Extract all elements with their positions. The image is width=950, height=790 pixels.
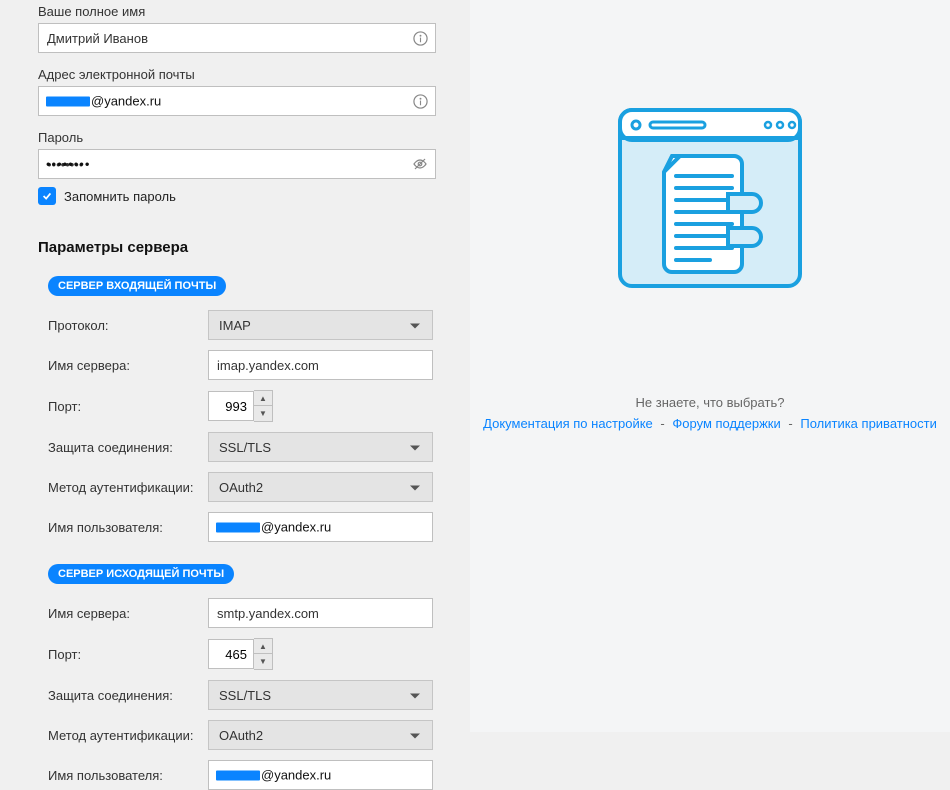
security-label: Защита соединения:: [48, 688, 208, 703]
password-input[interactable]: [38, 149, 436, 179]
help-prompt: Не знаете, что выбрать?: [636, 395, 785, 410]
fullname-label: Ваше полное имя: [38, 4, 450, 19]
remember-label: Запомнить пароль: [64, 189, 176, 204]
outgoing-auth-select[interactable]: OAuth2: [208, 720, 433, 750]
incoming-auth-select[interactable]: OAuth2: [208, 472, 433, 502]
auth-label: Метод аутентификации:: [48, 480, 208, 495]
auth-label: Метод аутентификации:: [48, 728, 208, 743]
password-label: Пароль: [38, 130, 450, 145]
info-icon[interactable]: [412, 93, 428, 109]
username-label: Имя пользователя:: [48, 520, 208, 535]
incoming-username-input[interactable]: [208, 512, 433, 542]
docs-link[interactable]: Документация по настройке: [483, 416, 653, 431]
stepper-down-icon[interactable]: ▼: [254, 654, 272, 669]
setup-illustration-icon: [610, 100, 810, 290]
fullname-input[interactable]: [38, 23, 436, 53]
outgoing-port-input[interactable]: [208, 639, 254, 669]
stepper-down-icon[interactable]: ▼: [254, 406, 272, 421]
outgoing-port-stepper[interactable]: ▲ ▼: [254, 638, 273, 670]
protocol-label: Протокол:: [48, 318, 208, 333]
port-label: Порт:: [48, 647, 208, 662]
forum-link[interactable]: Форум поддержки: [672, 416, 780, 431]
incoming-port-stepper[interactable]: ▲ ▼: [254, 390, 273, 422]
server-label: Имя сервера:: [48, 358, 208, 373]
security-label: Защита соединения:: [48, 440, 208, 455]
stepper-up-icon[interactable]: ▲: [254, 391, 272, 406]
incoming-port-input[interactable]: [208, 391, 254, 421]
eye-off-icon[interactable]: [412, 156, 428, 172]
outgoing-username-input[interactable]: [208, 760, 433, 790]
stepper-up-icon[interactable]: ▲: [254, 639, 272, 654]
outgoing-pill: СЕРВЕР ИСХОДЯЩЕЙ ПОЧТЫ: [48, 564, 234, 584]
port-label: Порт:: [48, 399, 208, 414]
outgoing-security-select[interactable]: SSL/TLS: [208, 680, 433, 710]
outgoing-server-input[interactable]: [208, 598, 433, 628]
remember-checkbox[interactable]: [38, 187, 56, 205]
username-label: Имя пользователя:: [48, 768, 208, 783]
incoming-security-select[interactable]: SSL/TLS: [208, 432, 433, 462]
incoming-pill: СЕРВЕР ВХОДЯЩЕЙ ПОЧТЫ: [48, 276, 226, 296]
email-label: Адрес электронной почты: [38, 67, 450, 82]
privacy-link[interactable]: Политика приватности: [800, 416, 936, 431]
help-links: Документация по настройке - Форум поддер…: [483, 416, 937, 431]
server-label: Имя сервера:: [48, 606, 208, 621]
email-input[interactable]: [38, 86, 436, 116]
info-icon[interactable]: [412, 30, 428, 46]
incoming-server-input[interactable]: [208, 350, 433, 380]
incoming-protocol-select[interactable]: IMAP: [208, 310, 433, 340]
server-section-title: Параметры сервера: [38, 239, 450, 256]
